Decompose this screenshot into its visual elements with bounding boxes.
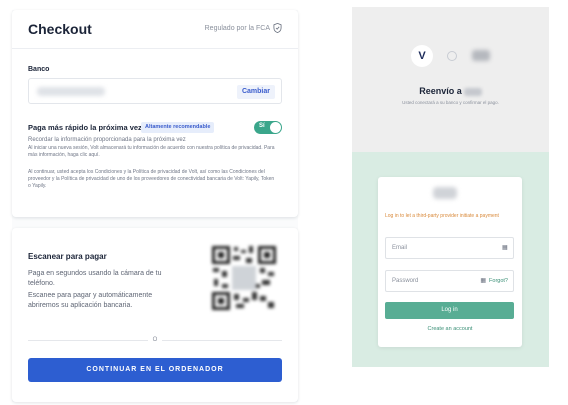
email-field[interactable]: Email ▦ xyxy=(385,237,514,259)
create-account-link[interactable]: Create an account xyxy=(378,326,522,332)
provider-logos: V xyxy=(352,45,549,67)
bank-selector[interactable]: Cambiar xyxy=(28,78,282,104)
toggle-label: Sí xyxy=(259,123,265,129)
scan-card: Escanear para pagar Paga en segundos usa… xyxy=(12,228,298,402)
divider-label: O xyxy=(148,334,162,346)
recommended-badge: Altamente recomendable xyxy=(141,122,215,133)
bank-name-redacted xyxy=(37,87,105,96)
connector-icon xyxy=(447,51,457,61)
scan-line-1: Paga en segundos usando la cámara de tu … xyxy=(28,270,162,287)
continue-on-computer-button[interactable]: CONTINUAR EN EL ORDENADOR xyxy=(28,358,282,382)
fast-pay-title: Paga más rápido la próxima vez xyxy=(28,123,142,132)
volt-logo: V xyxy=(411,45,433,67)
legal-text: Al continuar, usted acepta los Condicion… xyxy=(28,169,275,189)
bank-login-logo-redacted xyxy=(433,187,457,199)
redirect-heading: Reenvío a xyxy=(352,86,549,96)
page-title: Checkout xyxy=(28,21,92,37)
remember-toggle[interactable]: Sí xyxy=(254,121,282,134)
shield-icon xyxy=(273,23,282,33)
change-bank-button[interactable]: Cambiar xyxy=(236,85,275,99)
email-label: Email xyxy=(392,245,408,251)
login-card: Log in to let a third-party provider ini… xyxy=(378,177,522,347)
privacy-detail-text: Al iniciar una nueva sesión, Volt almace… xyxy=(28,145,275,158)
bank-label: Banco xyxy=(28,66,50,73)
regulated-text: Regulado por la FCA xyxy=(204,25,270,32)
qr-code xyxy=(210,244,278,312)
checkout-panel: Checkout Regulado por la FCA Banco Cambi… xyxy=(12,10,298,402)
remember-text: Recordar la información proporcionada pa… xyxy=(28,137,186,143)
bank-redirect-panel: V Reenvío a Usted conectará a su banco y… xyxy=(352,7,549,367)
login-button[interactable]: Log in xyxy=(385,302,514,319)
keyboard-icon: ▦ xyxy=(502,245,508,251)
third-party-warning: Log in to let a third-party provider ini… xyxy=(385,213,499,219)
redirect-heading-text: Reenvío a xyxy=(419,86,462,96)
bank-card: Checkout Regulado por la FCA Banco Cambi… xyxy=(12,10,298,217)
checkout-header: Checkout Regulado por la FCA xyxy=(12,10,298,49)
forgot-password-link[interactable]: Forgot? xyxy=(489,278,508,284)
keyboard-icon: ▦ xyxy=(480,278,486,284)
toggle-knob xyxy=(270,122,281,133)
bank-logo-redacted xyxy=(472,50,490,61)
scan-title: Escanear para pagar xyxy=(28,252,107,261)
redirect-subheading: Usted conectará a su banco y confirmar e… xyxy=(402,100,499,105)
bank-name-redacted xyxy=(463,87,482,96)
password-label: Password xyxy=(392,278,419,284)
password-field[interactable]: Password ▦ Forgot? xyxy=(385,270,514,292)
scan-line-2: Escanee para pagar y automáticamente abr… xyxy=(28,292,153,309)
